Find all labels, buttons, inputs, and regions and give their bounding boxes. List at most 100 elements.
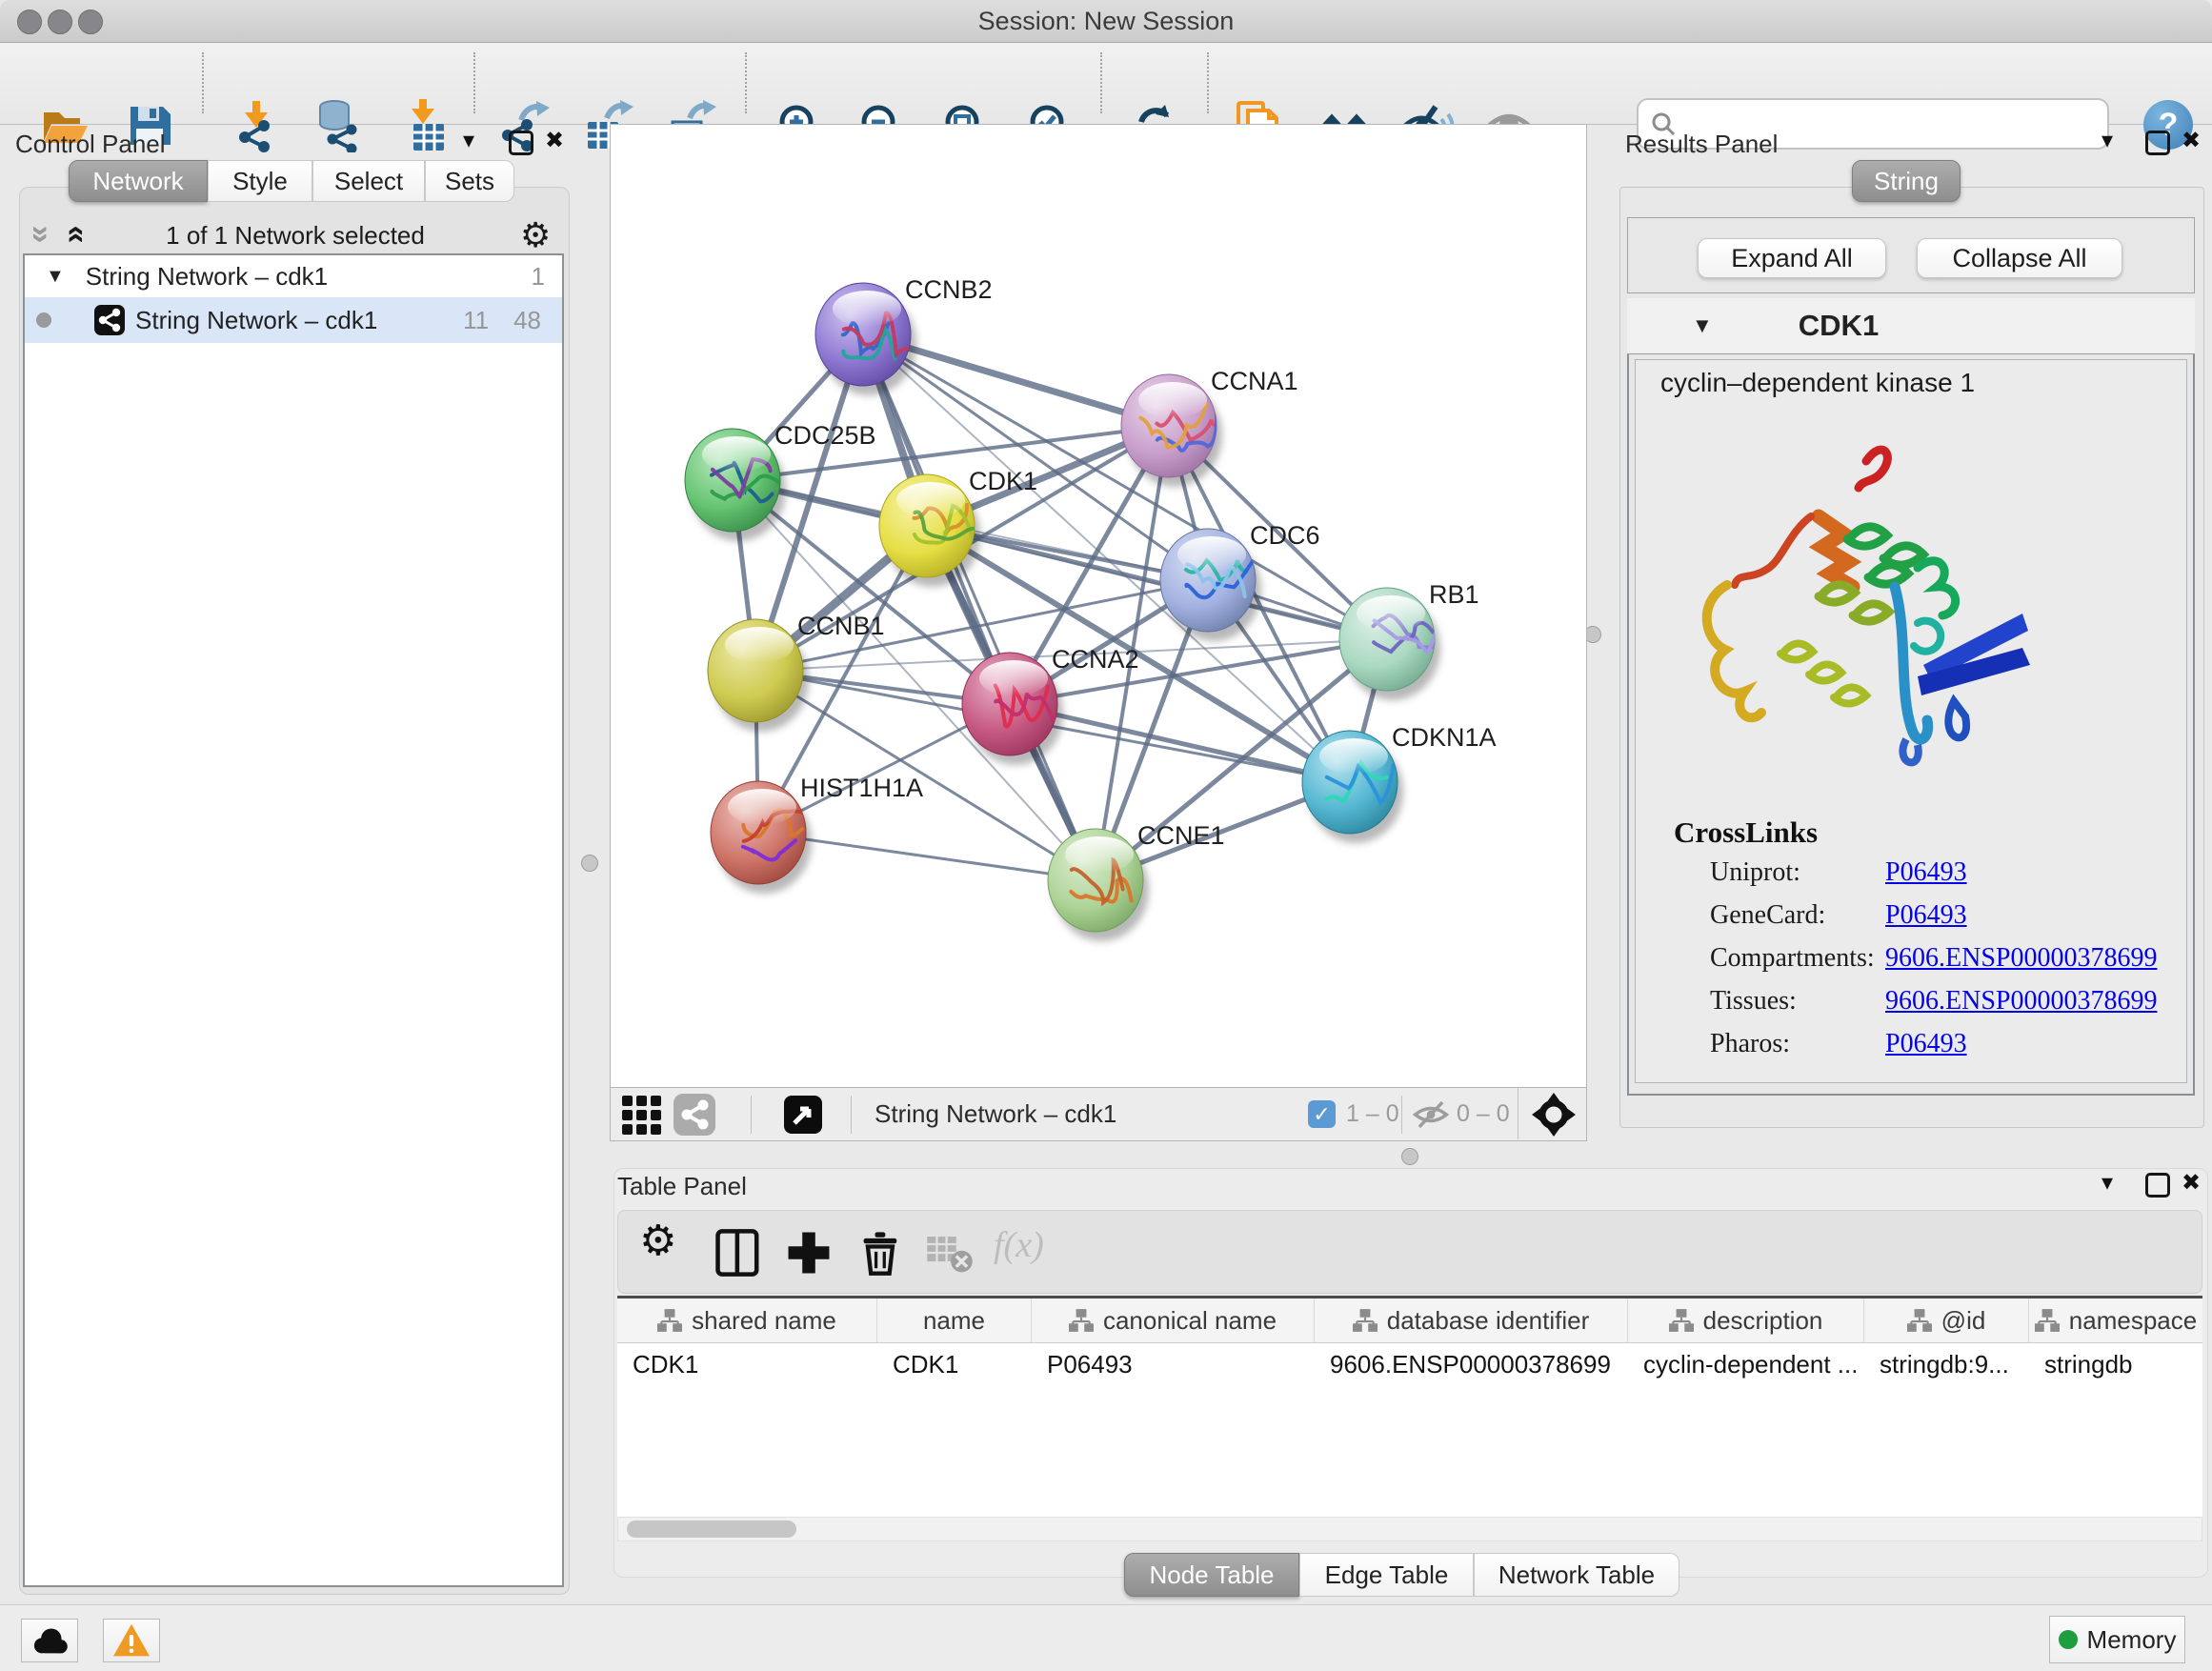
node-count: 11: [463, 306, 489, 335]
show-columns-icon[interactable]: [714, 1228, 763, 1278]
edge-count: 48: [513, 306, 541, 335]
table-horizontal-scrollbar[interactable]: [617, 1517, 2202, 1541]
memory-button[interactable]: Memory: [2049, 1616, 2185, 1663]
table-panel-close-icon[interactable]: ✖: [2182, 1170, 2201, 1197]
column-header-name[interactable]: name: [877, 1299, 1032, 1342]
compartments-link[interactable]: 9606.ENSP00000378699: [1885, 943, 2157, 974]
cdk1-section-header[interactable]: ▼ CDK1: [1627, 298, 2195, 354]
tab-network[interactable]: Network: [69, 160, 208, 202]
network-share-view-icon[interactable]: [674, 1094, 715, 1136]
node-label: CDC6: [1250, 521, 1320, 550]
tissues-link[interactable]: 9606.ENSP00000378699: [1885, 986, 2157, 1017]
network-node[interactable]: CDC25B: [685, 421, 876, 541]
uniprot-link[interactable]: P06493: [1885, 857, 1967, 888]
crosslink-row: Tissues: 9606.ENSP00000378699: [1636, 986, 2186, 1024]
warnings-button[interactable]: [103, 1619, 160, 1662]
grid-view-icon[interactable]: [622, 1094, 664, 1136]
column-header-database-identifier[interactable]: database identifier: [1315, 1299, 1628, 1342]
tab-edge-table[interactable]: Edge Table: [1299, 1553, 1474, 1597]
network-node[interactable]: CCNE1: [1048, 821, 1225, 941]
network-node[interactable]: CDKN1A: [1302, 723, 1497, 843]
control-panel-collapse-icon[interactable]: ▾: [463, 128, 474, 154]
toolbar-separator: [1207, 52, 1209, 113]
tab-style[interactable]: Style: [208, 160, 312, 202]
birds-eye-view-icon[interactable]: [784, 1096, 822, 1134]
node-table: shared name name canonical name database…: [617, 1296, 2202, 1517]
delete-column-icon[interactable]: [856, 1228, 906, 1278]
cloud-icon: [29, 1624, 70, 1657]
import-database-icon[interactable]: [312, 99, 365, 152]
left-splitter-handle[interactable]: [581, 855, 598, 872]
network-node[interactable]: CCNA1: [1121, 367, 1298, 487]
tree-expand-icon[interactable]: ▼: [46, 266, 65, 288]
section-title: CDK1: [1799, 309, 1879, 343]
network-canvas[interactable]: CCNB2 CCNA1 CDC25B CDK1 CDC6 RB1 CCNB1 CCNA2 CDK…: [610, 124, 1587, 1088]
collapse-all-networks-icon[interactable]: »: [31, 226, 50, 244]
column-header-id[interactable]: @id: [1864, 1299, 2029, 1342]
table-panel-float-icon[interactable]: [2145, 1173, 2170, 1198]
network-node[interactable]: CDK1: [879, 467, 1037, 587]
network-node[interactable]: CCNB2: [815, 275, 993, 395]
add-column-icon[interactable]: [784, 1228, 834, 1278]
selected-checkbox-icon[interactable]: ✓: [1308, 1100, 1336, 1128]
fit-selected-crosshair-icon[interactable]: [1531, 1092, 1577, 1137]
control-panel-float-icon[interactable]: [509, 131, 533, 155]
table-settings-gear-icon[interactable]: ⚙: [639, 1217, 676, 1265]
node-label: HIST1H1A: [800, 774, 923, 802]
expand-all-button[interactable]: Expand All: [1698, 238, 1886, 278]
cloud-button[interactable]: [21, 1619, 78, 1662]
crosslink-row: Uniprot: P06493: [1636, 857, 2186, 896]
column-type-icon: [1669, 1309, 1694, 1332]
network-node[interactable]: CCNB1: [708, 612, 885, 732]
network-node[interactable]: HIST1H1A: [711, 774, 923, 894]
tab-node-table[interactable]: Node Table: [1124, 1553, 1299, 1597]
network-tree-root-row[interactable]: ▼ String Network – cdk1 1: [25, 255, 562, 297]
network-status-dot-icon: [36, 312, 51, 328]
protein-description: cyclin–dependent kinase 1: [1660, 368, 1975, 398]
network-tree: ▼ String Network – cdk1 1 String Network…: [23, 253, 564, 1587]
tab-network-table[interactable]: Network Table: [1474, 1553, 1679, 1597]
network-tree-child-row[interactable]: String Network – cdk1 11 48: [25, 297, 562, 343]
delete-table-icon: [925, 1228, 975, 1278]
collection-count: 1: [532, 262, 545, 292]
tab-sets[interactable]: Sets: [425, 160, 514, 202]
results-panel-collapse-icon[interactable]: ▾: [2101, 128, 2113, 154]
node-label: CDK1: [969, 467, 1037, 495]
crosslinks-heading: CrossLinks: [1674, 815, 1818, 850]
import-table-icon[interactable]: [398, 99, 452, 152]
results-panel-close-icon[interactable]: ✖: [2182, 128, 2201, 154]
hidden-eye-slash-icon: [1413, 1100, 1449, 1129]
results-panel-float-icon[interactable]: [2145, 131, 2170, 155]
toolbar-separator: [1100, 52, 1102, 113]
collapse-all-button[interactable]: Collapse All: [1917, 238, 2122, 278]
import-network-icon[interactable]: [231, 99, 285, 152]
section-collapse-icon[interactable]: ▼: [1692, 313, 1713, 338]
function-builder-icon: f(x): [994, 1224, 1044, 1266]
network-node[interactable]: CCNA2: [962, 645, 1139, 765]
column-header-shared-name[interactable]: shared name: [617, 1299, 877, 1342]
column-header-canonical-name[interactable]: canonical name: [1032, 1299, 1315, 1342]
bottom-splitter-handle[interactable]: [1401, 1148, 1418, 1165]
column-type-icon: [2035, 1309, 2060, 1332]
control-panel-close-icon[interactable]: ✖: [545, 128, 564, 154]
column-header-namespace[interactable]: namespace: [2029, 1299, 2202, 1342]
toolbar-separator: [202, 52, 204, 113]
pharos-link[interactable]: P06493: [1885, 1029, 1967, 1059]
network-node[interactable]: RB1: [1339, 580, 1479, 700]
table-panel-collapse-icon[interactable]: ▾: [2101, 1170, 2113, 1197]
main-toolbar: ?: [0, 43, 2212, 125]
network-options-gear-icon[interactable]: ⚙: [520, 215, 551, 255]
cdk1-section-body: cyclin–dependent kinase 1 Cros: [1635, 359, 2187, 1083]
node-label: CCNB1: [797, 612, 885, 640]
scrollbar-thumb[interactable]: [627, 1520, 796, 1538]
network-node[interactable]: CDC6: [1160, 521, 1320, 641]
table-row[interactable]: CDK1 CDK1 P06493 9606.ENSP00000378699 cy…: [617, 1343, 2202, 1385]
expand-all-networks-icon[interactable]: »: [64, 226, 83, 244]
node-label: CCNA1: [1211, 367, 1298, 395]
tab-select[interactable]: Select: [312, 160, 425, 202]
column-header-description[interactable]: description: [1628, 1299, 1864, 1342]
protein-structure-image: [1668, 425, 2059, 787]
node-label: CDC25B: [774, 421, 876, 450]
genecard-link[interactable]: P06493: [1885, 900, 1967, 931]
tab-string[interactable]: String: [1852, 160, 1961, 202]
